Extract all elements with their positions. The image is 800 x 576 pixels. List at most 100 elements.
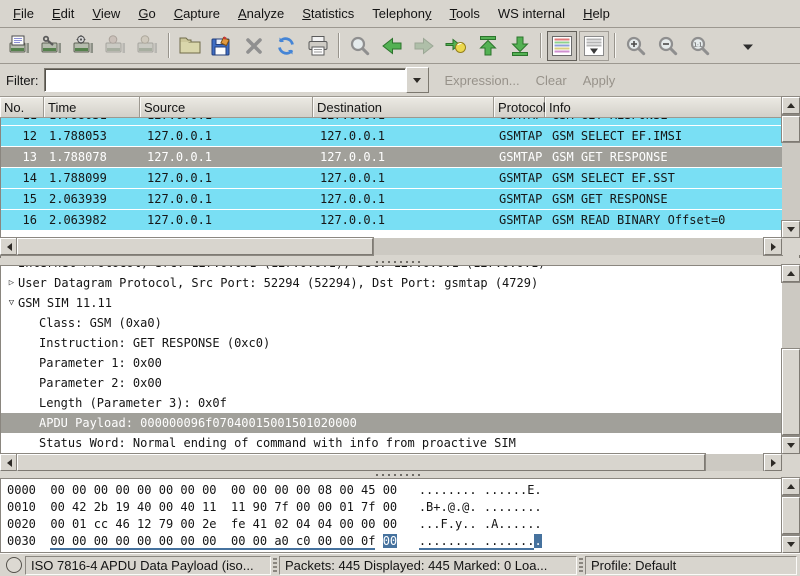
menu-analyze[interactable]: Analyze xyxy=(229,1,293,26)
zoom-actual-button[interactable]: 1:1 xyxy=(685,31,715,61)
hex-row-0020[interactable]: 0020 00 01 cc 46 12 79 00 2e fe 41 02 04… xyxy=(7,516,782,533)
scroll-thumb[interactable] xyxy=(17,238,373,255)
scroll-up-button[interactable] xyxy=(782,97,800,114)
toolbar-separator xyxy=(168,33,170,58)
scroll-thumb[interactable] xyxy=(782,349,800,435)
menu-tools[interactable]: Tools xyxy=(441,1,489,26)
file-close-button[interactable] xyxy=(239,31,269,61)
expert-info-icon[interactable] xyxy=(6,557,22,573)
hex-row-0000[interactable]: 0000 00 00 00 00 00 00 00 00 00 00 00 00… xyxy=(7,482,782,499)
menu-view[interactable]: View xyxy=(83,1,129,26)
column-header-info[interactable]: Info xyxy=(545,97,782,118)
packet-row-14[interactable]: 141.788099127.0.0.1127.0.0.1GSMTAPGSM SE… xyxy=(1,168,782,189)
tree-row-2[interactable]: ▽GSM SIM 11.11 xyxy=(1,293,782,313)
zoom-out-button[interactable] xyxy=(653,31,683,61)
scroll-left-button[interactable] xyxy=(0,454,18,471)
scroll-thumb[interactable] xyxy=(17,454,705,471)
tree-row-5[interactable]: Parameter 1: 0x00 xyxy=(1,353,782,373)
menu-file[interactable]: File xyxy=(4,1,43,26)
column-header-time[interactable]: Time xyxy=(44,97,140,118)
tree-row-7[interactable]: Length (Parameter 3): 0x0f xyxy=(1,393,782,413)
packet-row-12[interactable]: 121.788053127.0.0.1127.0.0.1GSMTAPGSM SE… xyxy=(1,126,782,147)
hex-row-0030[interactable]: 0030 00 00 00 00 00 00 00 00 00 00 a0 c0… xyxy=(7,533,782,550)
expander-closed-icon[interactable]: ▷ xyxy=(5,273,18,293)
tree-row-1[interactable]: ▷User Datagram Protocol, Src Port: 52294… xyxy=(1,273,782,293)
go-top-button[interactable] xyxy=(473,31,503,61)
scroll-right-button[interactable] xyxy=(764,238,782,255)
column-header-destination[interactable]: Destination xyxy=(313,97,494,118)
scroll-up-button[interactable] xyxy=(782,478,800,495)
apply-button[interactable]: Apply xyxy=(583,73,616,88)
hex-bytes: 00 01 cc 46 12 79 00 2e fe 41 02 04 04 0… xyxy=(50,517,397,531)
hex-row-0010[interactable]: 0010 00 42 2b 19 40 00 40 11 11 90 7f 00… xyxy=(7,499,782,516)
overflow-button[interactable] xyxy=(733,31,763,61)
autoscroll-button[interactable] xyxy=(579,31,609,61)
packet-list-rows: 111.788031127.0.0.1127.0.0.1GSMTAPGSM GE… xyxy=(0,118,782,238)
filter-dropdown-button[interactable] xyxy=(406,67,429,93)
hex-vscrollbar[interactable] xyxy=(782,478,800,553)
scroll-down-button[interactable] xyxy=(782,536,800,553)
menu-go[interactable]: Go xyxy=(129,1,164,26)
scroll-thumb[interactable] xyxy=(782,116,800,142)
hex-bytes: 00 00 00 00 00 00 00 00 00 00 00 00 08 0… xyxy=(50,483,397,497)
filter-input[interactable] xyxy=(44,68,406,92)
tree-row-8[interactable]: APDU Payload: 000000096f0704001500150102… xyxy=(1,413,782,433)
tree-row-0[interactable]: ▷Internet Protocol, Src: 127.0.0.1 (127.… xyxy=(1,266,782,273)
go-bottom-button[interactable] xyxy=(505,31,535,61)
colorize-button[interactable] xyxy=(547,31,577,61)
packet-row-16[interactable]: 162.063982127.0.0.1127.0.0.1GSMTAPGSM RE… xyxy=(1,210,782,231)
expression-button[interactable]: Expression... xyxy=(445,73,520,88)
pane-splitter-bottom[interactable] xyxy=(0,471,800,478)
go-back-button[interactable] xyxy=(377,31,407,61)
pane-splitter-top[interactable] xyxy=(0,258,800,265)
find-button[interactable] xyxy=(345,31,375,61)
tree-row-6[interactable]: Parameter 2: 0x00 xyxy=(1,373,782,393)
details-vscrollbar[interactable] xyxy=(782,265,800,454)
zoom-in-button[interactable] xyxy=(621,31,651,61)
cell-info: GSM SELECT EF.SST xyxy=(546,168,782,188)
menu-capture[interactable]: Capture xyxy=(165,1,229,26)
column-header-no-[interactable]: No. xyxy=(0,97,44,118)
scroll-down-button[interactable] xyxy=(782,437,800,454)
scroll-right-button[interactable] xyxy=(764,454,782,471)
packet-row-clipped: 111.788031127.0.0.1127.0.0.1GSMTAPGSM GE… xyxy=(1,118,782,126)
tree-row-clipped: ▷Internet Protocol, Src: 127.0.0.1 (127.… xyxy=(1,266,782,273)
tree-row-9[interactable]: Status Word: Normal ending of command wi… xyxy=(1,433,782,453)
file-save-button[interactable] xyxy=(207,31,237,61)
cell-protocol: GSMTAP xyxy=(495,126,546,146)
menu-statistics[interactable]: Statistics xyxy=(293,1,363,26)
clear-button[interactable]: Clear xyxy=(536,73,567,88)
cell-info: GSM GET RESPONSE xyxy=(546,189,782,209)
reload-button[interactable] xyxy=(271,31,301,61)
column-header-protocol[interactable]: Protocol xyxy=(494,97,545,118)
scroll-up-button[interactable] xyxy=(782,265,800,282)
zoom-out-icon xyxy=(656,34,680,58)
file-open-button[interactable] xyxy=(175,31,205,61)
expander-open-icon[interactable]: ▽ xyxy=(5,293,18,313)
menu-help[interactable]: Help xyxy=(574,1,619,26)
menu-edit[interactable]: Edit xyxy=(43,1,83,26)
tree-row-4[interactable]: Instruction: GET RESPONSE (0xc0) xyxy=(1,333,782,353)
capture-start-button[interactable] xyxy=(69,31,99,61)
packet-row-11[interactable]: 111.788031127.0.0.1127.0.0.1GSMTAPGSM GE… xyxy=(1,118,782,126)
details-hscrollbar[interactable] xyxy=(0,454,782,471)
packet-row-13[interactable]: 131.788078127.0.0.1127.0.0.1GSMTAPGSM GE… xyxy=(1,147,782,168)
arrow-left-icon xyxy=(7,243,12,251)
packet-list-hscrollbar[interactable] xyxy=(0,238,782,255)
column-header-source[interactable]: Source xyxy=(140,97,313,118)
scroll-down-button[interactable] xyxy=(782,221,800,238)
expander-closed-icon[interactable]: ▷ xyxy=(5,266,18,273)
print-button[interactable] xyxy=(303,31,333,61)
menu-ws-internal[interactable]: WS internal xyxy=(489,1,574,26)
interfaces-button[interactable] xyxy=(5,31,35,61)
zoom-in-icon xyxy=(624,34,648,58)
scroll-thumb[interactable] xyxy=(782,497,800,534)
packet-list-vscrollbar[interactable] xyxy=(782,97,800,238)
capture-options-button[interactable] xyxy=(37,31,67,61)
scroll-left-button[interactable] xyxy=(0,238,18,255)
packet-details-pane: ▷Internet Protocol, Src: 127.0.0.1 (127.… xyxy=(0,265,800,454)
tree-row-3[interactable]: Class: GSM (0xa0) xyxy=(1,313,782,333)
go-to-packet-button[interactable] xyxy=(441,31,471,61)
menu-telephony[interactable]: Telephony xyxy=(363,1,440,26)
packet-row-15[interactable]: 152.063939127.0.0.1127.0.0.1GSMTAPGSM GE… xyxy=(1,189,782,210)
